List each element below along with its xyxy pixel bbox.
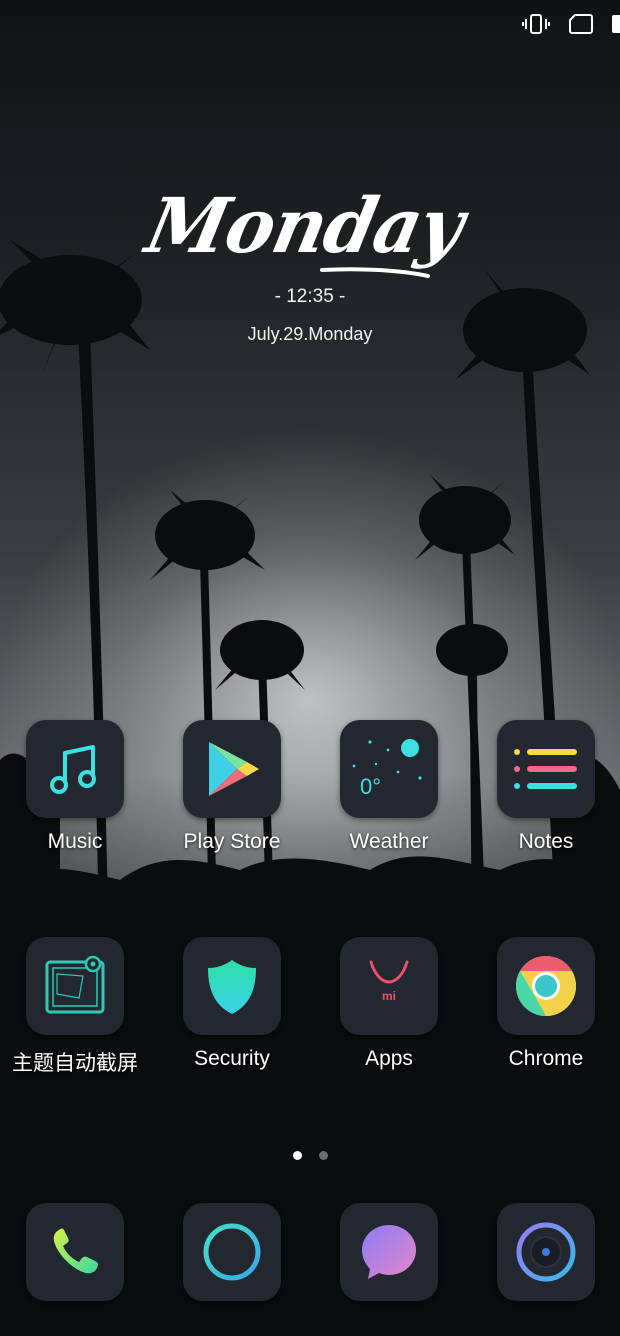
app-music[interactable]: Music — [0, 720, 153, 854]
app-weather[interactable]: 0° Weather — [311, 720, 467, 854]
app-label: Security — [194, 1047, 270, 1070]
app-grid: Music Play Store 0° Weather Notes 主题自动截屏… — [0, 720, 620, 1154]
app-label: Notes — [518, 830, 574, 853]
dock-messages[interactable] — [311, 1203, 467, 1301]
app-label: Weather — [349, 830, 429, 853]
screenshot-icon[interactable] — [26, 937, 124, 1035]
mi-shopping-bag-icon[interactable]: mi — [340, 937, 438, 1035]
app-label: Play Store — [183, 830, 281, 853]
dock-camera[interactable] — [468, 1203, 620, 1301]
app-label: Apps — [365, 1047, 413, 1070]
app-row-1: Music Play Store 0° Weather Notes — [0, 720, 620, 937]
app-label: Music — [47, 830, 103, 853]
clock-underline-flourish — [320, 267, 430, 278]
weather-temp-text: 0° — [360, 774, 381, 799]
notes-icon[interactable] — [497, 720, 595, 818]
mi-logo-text: mi — [382, 989, 396, 1003]
camera-lens-icon[interactable] — [497, 1203, 595, 1301]
clock-widget[interactable]: Monday - 12:35 - July.29.Monday — [0, 180, 620, 345]
app-label: 主题自动截屏 — [12, 1052, 138, 1075]
app-chrome[interactable]: Chrome — [468, 937, 620, 1071]
sim-card-icon — [569, 14, 593, 34]
dock-browser[interactable] — [154, 1203, 310, 1301]
app-row-2: 主题自动截屏 Security mi Apps Chrome — [0, 937, 620, 1154]
vibrate-icon — [522, 14, 550, 34]
app-notes[interactable]: Notes — [468, 720, 620, 854]
status-bar — [522, 10, 620, 38]
app-label: Chrome — [508, 1047, 584, 1070]
clock-day: Monday — [139, 180, 472, 271]
chat-bubble-icon[interactable] — [340, 1203, 438, 1301]
app-play-store[interactable]: Play Store — [154, 720, 310, 854]
ring-icon[interactable] — [183, 1203, 281, 1301]
music-note-icon[interactable] — [26, 720, 124, 818]
dock-phone[interactable] — [0, 1203, 153, 1301]
clock-date: July.29.Monday — [247, 324, 373, 344]
shield-icon[interactable] — [183, 937, 281, 1035]
weather-icon[interactable]: 0° — [340, 720, 438, 818]
app-theme-screenshot[interactable]: 主题自动截屏 — [0, 937, 153, 1077]
page-indicator[interactable] — [0, 1151, 620, 1160]
page-dot-2[interactable] — [318, 1151, 328, 1160]
phone-icon[interactable] — [26, 1203, 124, 1301]
clock-time: - 12:35 - — [274, 286, 346, 307]
app-security[interactable]: Security — [154, 937, 310, 1071]
page-dot-1[interactable] — [292, 1151, 302, 1160]
play-store-icon[interactable] — [183, 720, 281, 818]
app-apps[interactable]: mi Apps — [311, 937, 467, 1071]
battery-icon — [612, 15, 620, 33]
chrome-icon[interactable] — [497, 937, 595, 1035]
dock — [0, 1203, 620, 1303]
